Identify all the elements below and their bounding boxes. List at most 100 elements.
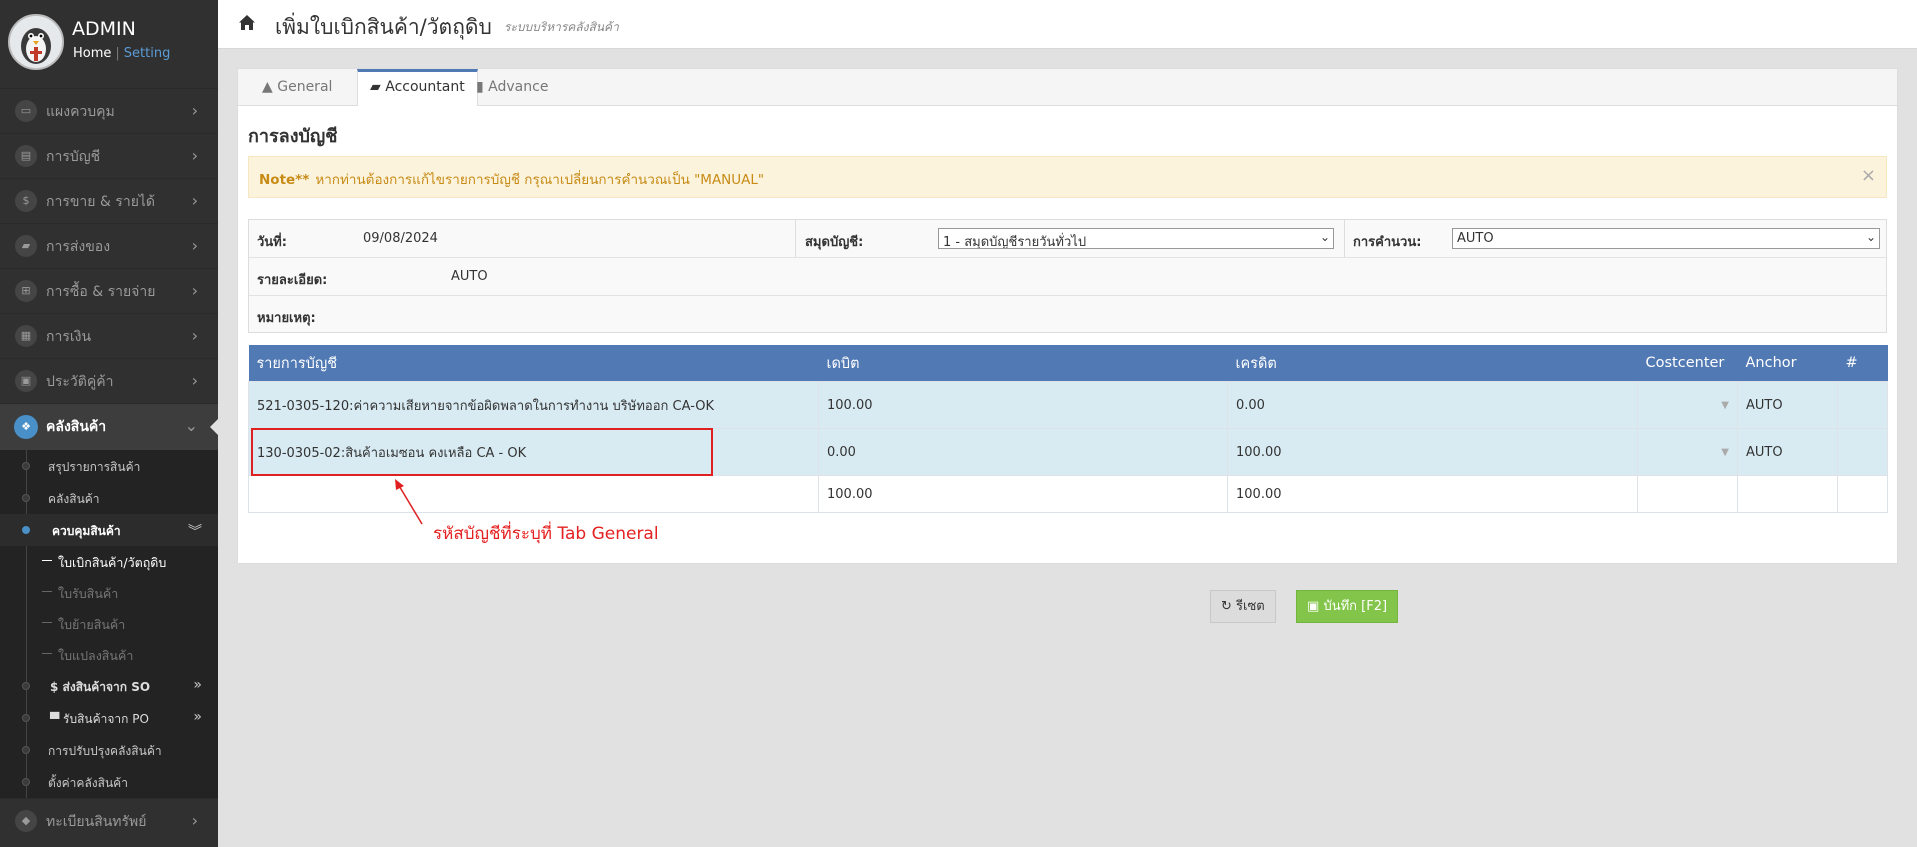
annotation-text: รหัสบัญชีที่ระบุที่ Tab General (433, 524, 659, 544)
detail-value[interactable]: AUTO (451, 269, 488, 284)
cell-costcenter[interactable]: ▼ (1637, 381, 1738, 429)
journal-form: วันที่: 09/08/2024 สมุดบัญชี: 1 - สมุดบั… (248, 219, 1887, 333)
sidebar-item-partners[interactable]: ▣ ประวัติคู่ค้า › (0, 358, 218, 403)
monitor-icon: ▭ (15, 100, 37, 122)
cell-anchor: AUTO (1737, 428, 1838, 476)
submenu-item-ship-from-so[interactable]: $ ส่งสินค้าจาก SO » (0, 670, 218, 702)
sidebar-item-shipping[interactable]: ▰ การส่งของ › (0, 223, 218, 268)
alert-text: Note** หากท่านต้องการแก้ไขรายการบัญชี กรุ… (259, 168, 764, 190)
dash-icon (42, 591, 52, 592)
cubes-icon: ❖ (14, 415, 38, 439)
tab-advance[interactable]: ▮ Advance (464, 69, 560, 105)
link-separator: | (115, 46, 120, 61)
calendar-icon: ▦ (15, 325, 37, 347)
warehouse-submenu: สรุปรายการสินค้า คลังสินค้า ควบคุมสินค้า… (0, 450, 218, 798)
floppy-icon: ▣ (1307, 599, 1320, 614)
dash-icon (42, 622, 52, 623)
col-anchor: Anchor (1737, 345, 1838, 382)
bullet-icon (22, 682, 30, 690)
cell-debit[interactable]: 100.00 (818, 381, 1228, 429)
detail-label: รายละเอียด: (257, 273, 328, 288)
info-icon: ▮ (476, 79, 484, 95)
contact-icon: ▣ (15, 370, 37, 392)
cell-empty (1837, 475, 1888, 513)
chevron-right-icon: › (191, 101, 198, 120)
tab-accountant[interactable]: ▰ Accountant (357, 69, 478, 106)
cell-anchor: AUTO (1737, 381, 1838, 429)
submenu-label: สรุปรายการสินค้า (48, 460, 141, 474)
subsubmenu-item-transfer[interactable]: ใบย้ายสินค้า (0, 608, 218, 639)
sidebar-item-label: การซื้อ & รายจ่าย (46, 284, 156, 300)
form-row-note: หมายเหตุ: (249, 296, 1886, 333)
calc-select[interactable]: AUTO ⌄ (1452, 228, 1880, 249)
tab-general[interactable]: ▲ General (250, 69, 344, 105)
submenu-item-product-summary[interactable]: สรุปรายการสินค้า (0, 450, 218, 482)
col-hash: # (1837, 345, 1888, 382)
sidebar-item-label: การเงิน (46, 329, 92, 345)
truck-icon: ▰ (15, 235, 37, 257)
reset-label: รีเซต (1236, 599, 1265, 614)
sidebar-item-finance[interactable]: ▦ การเงิน › (0, 313, 218, 358)
divider (795, 220, 796, 257)
submenu-item-warehouse[interactable]: คลังสินค้า (0, 482, 218, 514)
divider (1344, 220, 1345, 257)
sidebar-item-warehouse[interactable]: ❖ คลังสินค้า ⌄ (0, 403, 218, 450)
sidebar-item-accounting[interactable]: ▤ การบัญชี › (0, 133, 218, 178)
submenu-label-text: รับสินค้าจาก PO (63, 712, 149, 726)
subsubmenu-item-convert[interactable]: ใบแปลงสินค้า (0, 639, 218, 670)
journal-select[interactable]: 1 - สมุดบัญชีรายวันทั่วไป ⌄ (938, 228, 1334, 249)
subsubmenu-label: ใบย้ายสินค้า (58, 617, 126, 632)
note-label: หมายเหตุ: (257, 311, 316, 326)
chevron-down-icon: ⌄ (1319, 230, 1330, 244)
setting-link[interactable]: Setting (124, 46, 171, 61)
submenu-label: $ ส่งสินค้าจาก SO (50, 680, 151, 694)
sidebar-item-assets[interactable]: ◆ ทะเบียนสินทรัพย์ › (0, 798, 218, 843)
cart-icon: ⊞ (15, 280, 37, 302)
submenu-item-receive-from-po[interactable]: ▀ รับสินค้าจาก PO » (0, 702, 218, 734)
tab-label: Advance (488, 79, 549, 95)
save-label: บันทึก [F2] (1323, 599, 1388, 614)
submenu-item-stock-adjust[interactable]: การปรับปรุงคลังสินค้า (0, 734, 218, 766)
dash-icon (42, 653, 52, 654)
cell-costcenter[interactable]: ▼ (1637, 428, 1738, 476)
sidebar-item-dashboard[interactable]: ▭ แผงควบคุม › (0, 88, 218, 133)
double-chevron-right-icon: » (193, 677, 202, 693)
cell-debit[interactable]: 0.00 (818, 428, 1228, 476)
bullet-icon (22, 778, 30, 786)
reset-button[interactable]: ↻ รีเซต (1210, 590, 1276, 623)
page-subtitle: ระบบบริหารคลังสินค้า (504, 20, 619, 34)
subsubmenu-item-receipt[interactable]: ใบรับสินค้า (0, 577, 218, 608)
sidebar: ADMIN Home | Setting ▭ แผงควบคุม › ▤ การบั… (0, 0, 218, 847)
subsubmenu-item-requisition[interactable]: ใบเบิกสินค้า/วัตถุดิบ (0, 546, 218, 577)
save-button[interactable]: ▣ บันทึก [F2] (1296, 590, 1399, 623)
cell-total-label (248, 475, 819, 513)
avatar[interactable] (8, 14, 64, 70)
submenu-item-warehouse-settings[interactable]: ตั้งค่าคลังสินค้า (0, 766, 218, 798)
calc-label: การคำนวน: (1353, 235, 1422, 250)
chevron-right-icon: › (191, 371, 198, 390)
sidebar-item-label: ประวัติคู่ค้า (46, 374, 114, 390)
cell-account[interactable]: 521-0305-120:ค่าความเสียหายจากข้อผิดพลาด… (248, 381, 819, 429)
sidebar-item-label: ทะเบียนสินทรัพย์ (46, 814, 147, 830)
home-link[interactable]: Home (73, 46, 111, 61)
totals-row: 100.00 100.00 (248, 475, 1888, 513)
bullet-icon (22, 462, 30, 470)
cell-action (1837, 428, 1888, 476)
cell-credit[interactable]: 100.00 (1227, 428, 1638, 476)
cell-credit[interactable]: 0.00 (1227, 381, 1638, 429)
date-value[interactable]: 09/08/2024 (363, 231, 438, 246)
bullet-icon (22, 494, 30, 502)
close-icon[interactable]: × (1861, 165, 1876, 186)
submenu-item-stock-control[interactable]: ควบคุมสินค้า ︾ (0, 514, 218, 546)
sidebar-item-sales[interactable]: $ การขาย & รายได้ › (0, 178, 218, 223)
home-icon[interactable] (238, 14, 256, 32)
page-title: เพิ่มใบเบิกสินค้า/วัตถุดิบ (275, 15, 492, 39)
tab-bar: ▲ General ▰ Accountant ▮ Advance (238, 69, 1897, 106)
journal-label: สมุดบัญชี: (805, 235, 864, 250)
double-chevron-down-icon: ︾ (188, 524, 202, 540)
chevron-down-icon: ⌄ (1865, 230, 1876, 244)
chevron-right-icon: › (191, 811, 198, 830)
sidebar-item-purchase[interactable]: ⊞ การซื้อ & รายจ่าย › (0, 268, 218, 313)
form-row-date: วันที่: 09/08/2024 สมุดบัญชี: 1 - สมุดบั… (249, 220, 1886, 258)
cell-empty (1637, 475, 1738, 513)
